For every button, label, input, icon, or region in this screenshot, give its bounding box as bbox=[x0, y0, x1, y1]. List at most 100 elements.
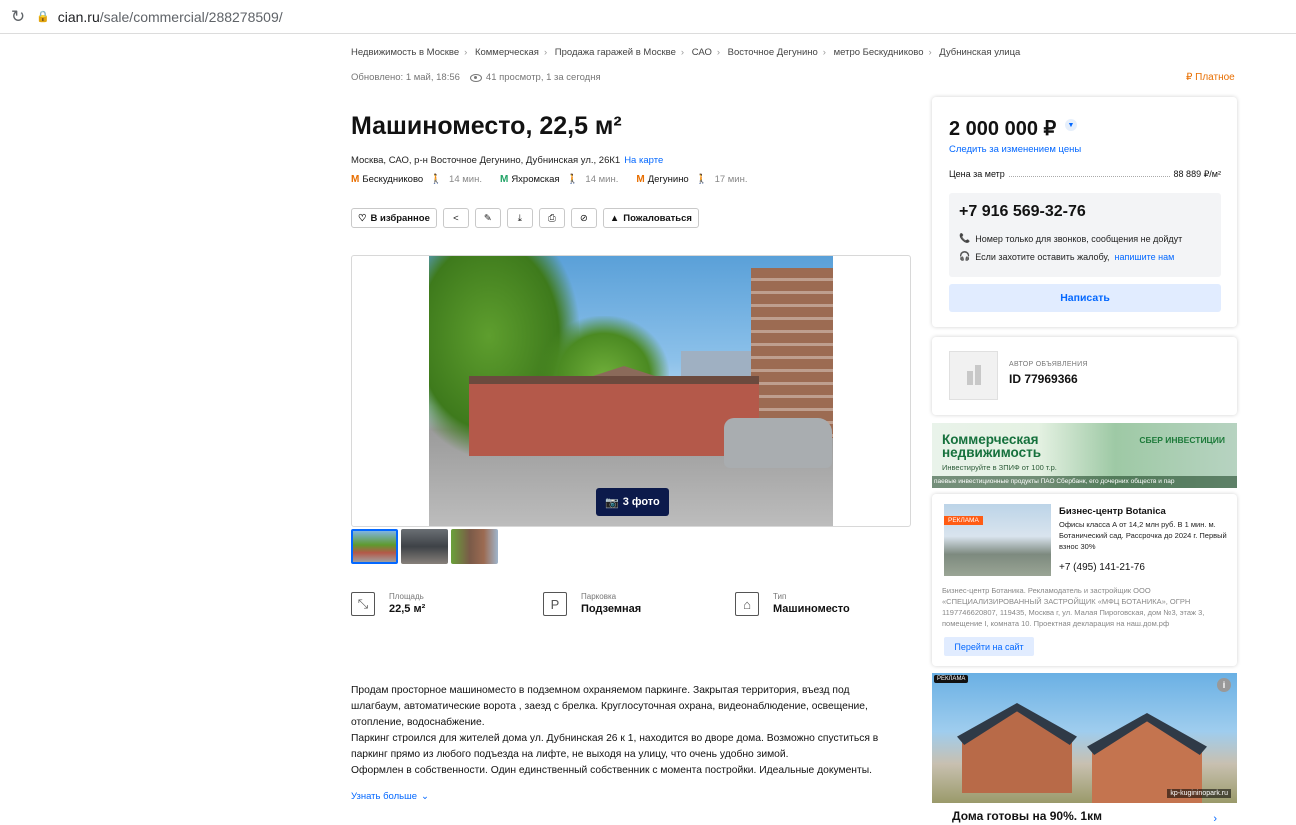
metro-item[interactable]: M Яхромская 🚶 14 мин. bbox=[500, 174, 618, 185]
ad-subtitle: Инвестируйте в ЗПИФ от 100 т.р. bbox=[942, 463, 1057, 472]
download-icon: ⤓ bbox=[517, 212, 522, 224]
complain-label: Пожаловаться bbox=[623, 212, 692, 224]
reload-icon[interactable]: ↻ bbox=[0, 7, 36, 27]
action-bar: ♡ В избранное < ✎ ⤓ ⎙ ⊘ ▲ Пожаловаться bbox=[351, 208, 699, 228]
share-button[interactable]: < bbox=[442, 208, 469, 228]
bc-title[interactable]: Бизнес-центр Botanica bbox=[1059, 506, 1166, 517]
read-more-link[interactable]: Узнать больше ⌄ bbox=[351, 791, 429, 802]
updated-text: Обновлено: 1 май, 18:56 bbox=[351, 72, 460, 83]
hide-button[interactable]: ⊘ bbox=[570, 208, 597, 228]
print-icon: ⎙ bbox=[548, 212, 556, 224]
metro-name: Бескудниково bbox=[362, 174, 424, 185]
breadcrumb-item[interactable]: Продажа гаражей в Москве bbox=[555, 47, 676, 58]
thumbnail[interactable] bbox=[451, 529, 498, 564]
feature-label: Площадь bbox=[389, 592, 424, 601]
ppm-value: 88 889 ₽/м² bbox=[1173, 169, 1221, 179]
ad-title-line2: недвижимость bbox=[942, 445, 1041, 460]
photo-gallery[interactable]: 📷 3 фото bbox=[351, 255, 911, 527]
page-title: Машиноместо, 22,5 м² bbox=[351, 112, 622, 140]
walk-icon: 🚶 bbox=[695, 174, 708, 185]
photo-count-button[interactable]: 📷 3 фото bbox=[596, 488, 669, 516]
bc-phone[interactable]: +7 (495) 141-21-76 bbox=[1059, 562, 1145, 573]
author-id[interactable]: ID 77969366 bbox=[1009, 372, 1078, 386]
metro-icon: M bbox=[499, 174, 509, 185]
metro-time: 14 мин. bbox=[449, 174, 482, 185]
parking-icon: P bbox=[543, 592, 567, 616]
photo-building bbox=[751, 268, 833, 438]
eye-off-icon: ⊘ bbox=[579, 212, 588, 224]
heart-icon: ♡ bbox=[358, 212, 367, 224]
edit-button[interactable]: ✎ bbox=[474, 208, 501, 228]
main-photo[interactable] bbox=[429, 256, 833, 526]
camera-icon: 📷 bbox=[605, 496, 619, 509]
breadcrumb-item[interactable]: Дубнинская улица bbox=[939, 47, 1020, 58]
go-to-site-button[interactable]: Перейти на сайт bbox=[944, 637, 1034, 656]
ad-badge: РЕКЛАМА bbox=[934, 675, 969, 683]
sber-ad-banner[interactable]: Коммерческая недвижимость Инвестируйте в … bbox=[932, 423, 1237, 488]
chevron-down-icon[interactable]: ▼ bbox=[1065, 119, 1077, 131]
ppm-label: Цена за метр bbox=[949, 169, 1005, 179]
author-avatar[interactable] bbox=[949, 351, 998, 400]
paid-label: Платное bbox=[1195, 72, 1235, 83]
sber-logo: СБЕР ИНВЕСТИЦИИ bbox=[1139, 435, 1225, 445]
map-link[interactable]: На карте bbox=[624, 155, 663, 166]
feature-value: 22,5 м² bbox=[389, 603, 426, 615]
breadcrumb: Недвижимость в Москве › Коммерческая › Про… bbox=[351, 47, 1021, 58]
write-button[interactable]: Написать bbox=[949, 284, 1221, 312]
feature-area: ⤡ Площадь 22,5 м² bbox=[351, 592, 543, 616]
description-line: паркинг прямо из любого подъезда на лифт… bbox=[351, 748, 789, 760]
chevron-right-icon[interactable]: › bbox=[1213, 813, 1217, 825]
price-card: 2 000 000 ₽ ▼ Следить за изменением цены… bbox=[932, 97, 1237, 327]
thumbnail[interactable] bbox=[351, 529, 398, 564]
metro-item[interactable]: M Бескудниково 🚶 14 мин. bbox=[351, 174, 482, 185]
favorite-button[interactable]: ♡ В избранное bbox=[351, 208, 437, 228]
complaint-note: 🎧 Если захотите оставить жалобу, напишите … bbox=[959, 251, 1174, 262]
description-line: Оформлен в собственности. Один единствен… bbox=[351, 764, 872, 776]
price-per-meter: Цена за метр 88 889 ₽/м² bbox=[949, 169, 1221, 180]
thumbnail-strip bbox=[351, 529, 498, 564]
metro-name: Яхромская bbox=[511, 174, 560, 185]
breadcrumb-item[interactable]: Восточное Дегунино bbox=[728, 47, 818, 58]
share-icon: < bbox=[453, 212, 459, 224]
metro-list: M Бескудниково 🚶 14 мин. M Яхромская 🚶 1… bbox=[351, 174, 748, 185]
photo-pavilion bbox=[469, 376, 759, 456]
address-bar[interactable]: cian.ru/sale/commercial/288278509/ bbox=[58, 9, 283, 25]
phone-box: +7 916 569-32-76 📞 Номер только для звонк… bbox=[949, 193, 1221, 277]
breadcrumb-item[interactable]: Коммерческая bbox=[475, 47, 539, 58]
pencil-icon: ✎ bbox=[483, 212, 492, 224]
chevron-down-icon: ⌄ bbox=[421, 791, 430, 802]
breadcrumb-item[interactable]: САО bbox=[692, 47, 712, 58]
house-ad[interactable]: РЕКЛАМА i kp-kugininopark.ru Дома готовы… bbox=[932, 673, 1237, 825]
update-info: Обновлено: 1 май, 18:56 41 просмотр, 1 з… bbox=[351, 72, 601, 83]
complain-button[interactable]: ▲ Пожаловаться bbox=[602, 208, 699, 228]
feature-label: Тип bbox=[773, 592, 787, 601]
phone-icon: 📞 bbox=[959, 233, 971, 243]
ad-footer: паевые инвестиционные продукты ПАО Сберб… bbox=[932, 476, 1237, 488]
phone-number[interactable]: +7 916 569-32-76 bbox=[959, 203, 1086, 221]
feature-label: Парковка bbox=[581, 592, 617, 601]
metro-icon: M bbox=[351, 174, 360, 185]
warning-icon: ▲ bbox=[609, 212, 620, 224]
author-label: АВТОР ОБЪЯВЛЕНИЯ bbox=[1009, 361, 1088, 368]
calls-only-note: 📞 Номер только для звонков, сообщения не … bbox=[959, 233, 1182, 244]
paid-badge: ₽ Платное bbox=[1186, 72, 1235, 83]
photo-count-label: 3 фото bbox=[622, 496, 660, 508]
metro-time: 14 мин. bbox=[585, 174, 619, 185]
download-button[interactable]: ⤓ bbox=[506, 208, 533, 228]
info-icon[interactable]: i bbox=[1217, 678, 1231, 692]
features: ⤡ Площадь 22,5 м² P Парковка Подземная ⌂ Т… bbox=[351, 592, 927, 616]
breadcrumb-item[interactable]: Недвижимость в Москве bbox=[351, 47, 459, 58]
walk-icon: 🚶 bbox=[430, 174, 443, 185]
thumbnail[interactable] bbox=[401, 529, 448, 564]
breadcrumb-item[interactable]: метро Бескудниково bbox=[834, 47, 924, 58]
bc-image[interactable]: РЕКЛАМА bbox=[944, 504, 1051, 576]
photo-car bbox=[724, 418, 832, 468]
lock-icon: 🔒 bbox=[36, 11, 50, 23]
write-us-link[interactable]: напишите нам bbox=[1115, 252, 1175, 262]
metro-item[interactable]: M Дегунино 🚶 17 мин. bbox=[636, 174, 747, 185]
print-button[interactable]: ⎙ bbox=[538, 208, 565, 228]
business-center-ad: РЕКЛАМА Бизнес-центр Botanica Офисы клас… bbox=[932, 494, 1237, 666]
description-line: Продам просторное машиноместо в подземно… bbox=[351, 685, 850, 696]
follow-price-link[interactable]: Следить за изменением цены bbox=[949, 144, 1081, 155]
url-host: cian.ru bbox=[57, 8, 100, 25]
